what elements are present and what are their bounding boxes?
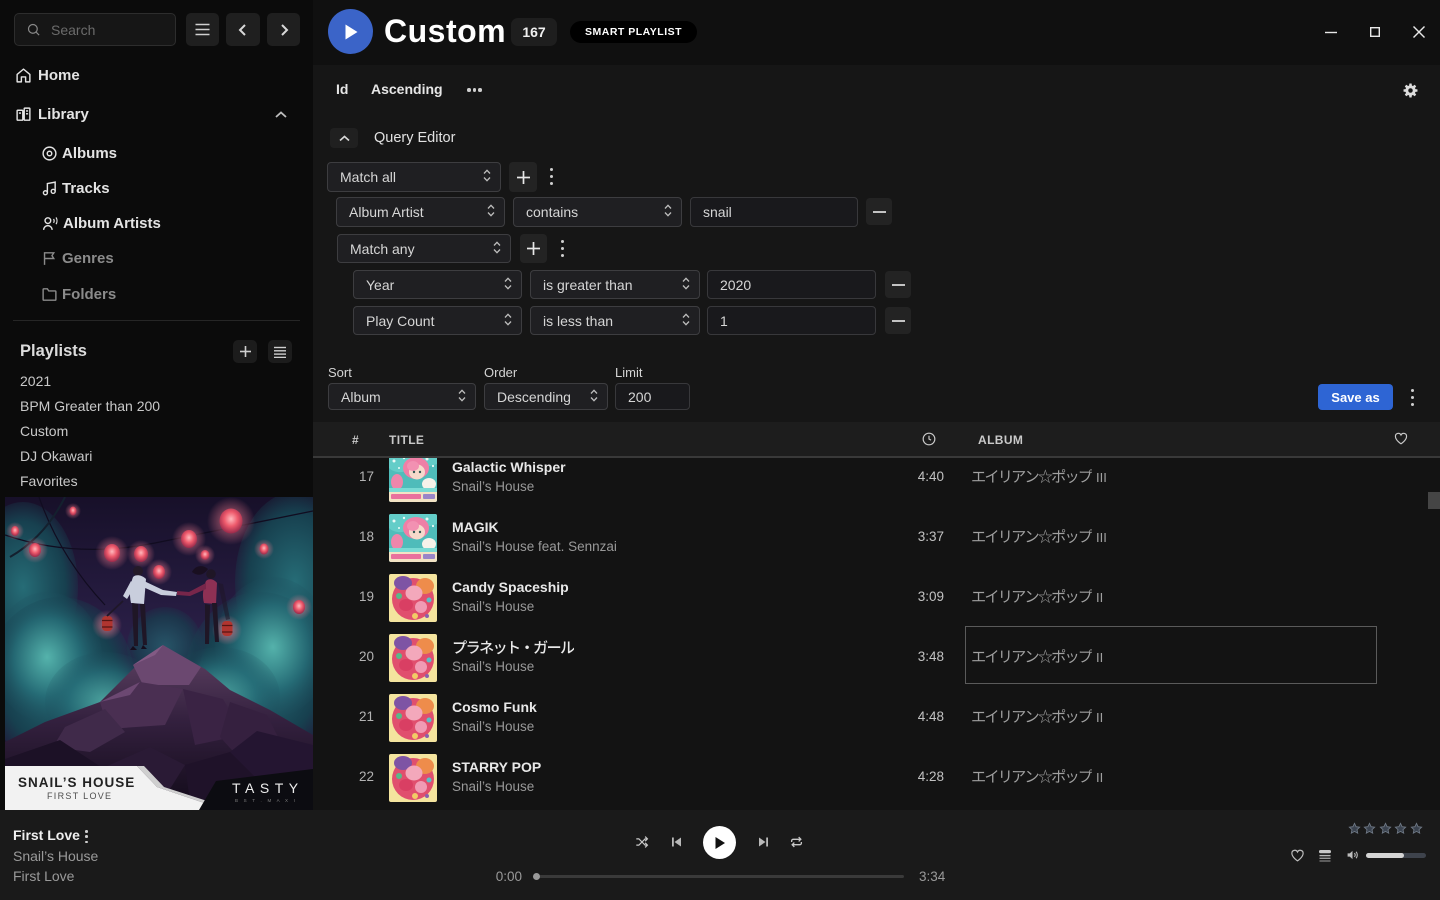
svg-text:B S T . M A X I: B S T . M A X I (235, 798, 297, 803)
svg-text:FIRST LOVE: FIRST LOVE (47, 791, 112, 801)
svg-text:TASTY: TASTY (232, 780, 304, 796)
svg-text:SNAIL’S HOUSE: SNAIL’S HOUSE (18, 775, 135, 790)
